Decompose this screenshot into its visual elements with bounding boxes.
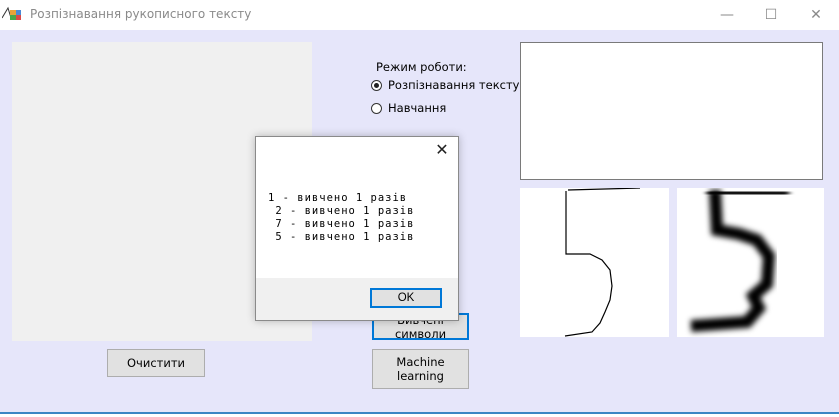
radio-button-checked[interactable] — [371, 79, 382, 91]
raw-symbol-image — [520, 188, 669, 337]
clear-button[interactable]: Очистити — [107, 349, 205, 377]
app-window-icon — [2, 6, 21, 20]
close-icon[interactable]: ✕ — [434, 142, 450, 158]
scaled-symbol-image — [677, 188, 824, 337]
radio-training-label: Навчання — [388, 101, 447, 115]
dialog-line: 7 - вивчено 1 разів — [268, 218, 415, 230]
dialog-line: 1 - вивчено 1 разів — [268, 192, 408, 204]
radio-training[interactable]: Навчання — [371, 101, 446, 115]
mode-label: Режим роботи: — [376, 60, 467, 74]
radio-button[interactable] — [371, 102, 382, 114]
radio-recognize[interactable]: Розпізнавання тексту — [371, 78, 519, 92]
close-window-button[interactable]: ✕ — [793, 0, 839, 30]
title-bar: Розпізнавання рукописного тексту — ☐ ✕ — [0, 0, 839, 30]
radio-recognize-label: Розпізнавання тексту — [388, 78, 520, 92]
raw-digit-drawing — [564, 188, 641, 337]
dialog-message: 1 - вивчено 1 разів 2 - вивчено 1 разів … — [268, 192, 414, 244]
window-title: Розпізнавання рукописного тексту — [30, 7, 252, 21]
dialog-line: 2 - вивчено 1 разів — [268, 205, 415, 217]
dialog-line: 5 - вивчено 1 разів — [268, 231, 415, 243]
machine-learning-button[interactable]: Machine learning — [372, 349, 469, 389]
maximize-button[interactable]: ☐ — [748, 0, 794, 30]
minimize-button[interactable]: — — [704, 0, 750, 30]
ok-button[interactable]: OK — [370, 288, 442, 308]
dialog-footer: OK — [256, 278, 458, 320]
scaled-digit-drawing — [690, 188, 790, 332]
recognized-text-output[interactable] — [520, 42, 823, 180]
message-dialog: ✕ 1 - вивчено 1 разів 2 - вивчено 1 разі… — [255, 136, 459, 321]
